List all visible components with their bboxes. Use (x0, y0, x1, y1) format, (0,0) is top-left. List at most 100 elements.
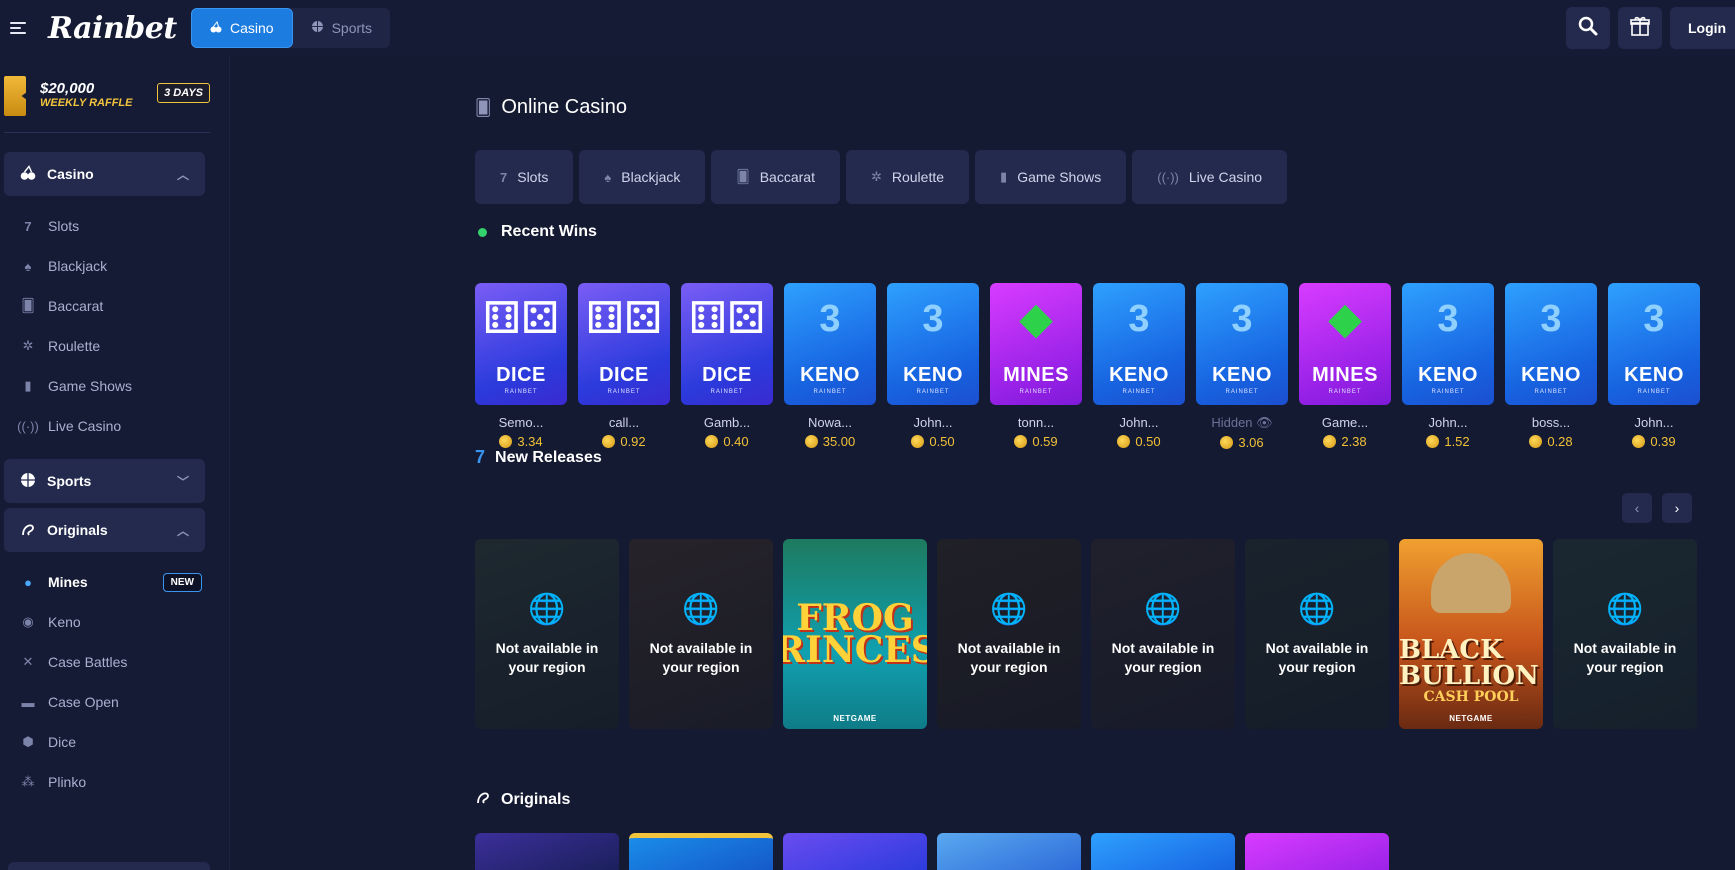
sidebar-section-casino[interactable]: Casino ︿ (4, 152, 205, 196)
seven-icon: 7 (500, 169, 508, 185)
tab-sports[interactable]: Sports (293, 8, 390, 48)
search-button[interactable] (1566, 7, 1610, 49)
game-card-frog-princess[interactable]: FROG PRINCESS NETGAME (783, 539, 927, 729)
sidebar-item-dice[interactable]: ⬢ Dice (20, 730, 210, 754)
recent-win-card[interactable]: 3 KENO RAINBET John... 0.50 (887, 283, 979, 450)
category-blackjack[interactable]: ♠ Blackjack (579, 150, 706, 204)
original-game-card[interactable] (475, 833, 619, 870)
game-thumbnail: 3 KENO RAINBET (1196, 283, 1288, 405)
new-releases-heading: 7 New Releases (475, 447, 602, 468)
recent-win-card[interactable]: 3 KENO RAINBET boss... 0.28 (1505, 283, 1597, 450)
sidebar-item-case-open[interactable]: ▬ Case Open (20, 690, 210, 714)
carousel-next-button[interactable]: › (1662, 493, 1692, 523)
globe-lock-icon: 🌐 (528, 592, 566, 626)
winner-name-text: John... (1634, 415, 1674, 430)
game-name: KENO (1624, 364, 1684, 386)
game-name: KENO (1418, 364, 1478, 386)
winner-name: tonn... (990, 415, 1082, 430)
globe-lock-icon: 🌐 (1298, 592, 1336, 626)
original-game-card[interactable] (937, 833, 1081, 870)
globe-lock-icon: 🌐 (990, 592, 1028, 626)
tab-casino[interactable]: Casino (191, 8, 293, 48)
winner-name-text: boss... (1531, 415, 1571, 430)
coin-icon (911, 435, 925, 448)
category-game-shows[interactable]: ▮ Game Shows (975, 150, 1127, 204)
game-card-black-bullion[interactable]: BLACK BULLION CASH POOL NETGAME (1399, 539, 1543, 729)
game-card[interactable]: 🌐 Not available in your region (629, 539, 773, 729)
sidebar-item-mines[interactable]: ● Mines NEW (20, 570, 210, 594)
new-releases-list: 🌐 Not available in your region 🌐 Not avail… (475, 539, 1697, 729)
recent-win-card[interactable]: ⚅⚄ DICE RAINBET Semo... 3.34 (475, 283, 567, 450)
spade-icon: ♠ (604, 169, 612, 185)
recent-win-card[interactable]: ⚅⚄ DICE RAINBET call... 0.92 (578, 283, 670, 450)
win-amount-text: 0.40 (723, 434, 749, 449)
win-amount-text: 3.06 (1238, 435, 1264, 450)
search-icon (1578, 16, 1598, 41)
sidebar-section-sports[interactable]: Sports ﹀ (4, 459, 205, 503)
cherries-icon (20, 164, 36, 184)
top-tabs: Casino Sports (191, 8, 391, 48)
sidebar-item-baccarat[interactable]: 🂠 Baccarat (20, 294, 210, 318)
winner-name: call... (578, 415, 670, 430)
recent-win-card[interactable]: 3 KENO RAINBET Hidden 👁 3.06 (1196, 283, 1288, 450)
rewards-button[interactable] (1618, 7, 1662, 49)
coin-icon (804, 435, 818, 448)
sidebar-item-roulette[interactable]: ✲ Roulette (20, 334, 210, 358)
menu-icon[interactable] (10, 22, 26, 34)
sidebar-item-keno[interactable]: ◉ Keno (20, 610, 210, 634)
winner-name: John... (1402, 415, 1494, 430)
sidebar-item-game-shows[interactable]: ▮ Game Shows (20, 374, 210, 398)
sidebar-item-live-casino[interactable]: ((·)) Live Casino (17, 414, 210, 438)
region-lock-text: Not available in your region (1265, 639, 1369, 675)
login-button[interactable]: Login (1670, 7, 1735, 49)
game-subtitle-art: CASH POOL (1423, 689, 1519, 705)
game-card[interactable]: 🌐 Not available in your region (1091, 539, 1235, 729)
sidebar-item-case-battles[interactable]: ✕ Case Battles (20, 650, 210, 674)
game-thumbnail: 3 KENO RAINBET (1608, 283, 1700, 405)
game-card[interactable]: 🌐 Not available in your region (937, 539, 1081, 729)
game-name: KENO (1521, 364, 1581, 386)
cherries-icon (210, 20, 222, 36)
category-live-casino[interactable]: ((·)) Live Casino (1132, 150, 1288, 204)
top-actions: Login (1566, 7, 1735, 49)
recent-win-card[interactable]: 3 KENO RAINBET John... 1.52 (1402, 283, 1494, 450)
plinko-icon: ⁂ (21, 774, 35, 789)
original-game-card[interactable] (1091, 833, 1235, 870)
seven-icon: 7 (475, 447, 486, 467)
carousel-prev-button[interactable]: ‹ (1622, 493, 1652, 523)
category-roulette[interactable]: ✲ Roulette (845, 150, 970, 204)
original-game-card[interactable] (1245, 833, 1389, 870)
dice-art-icon: ⚅⚄ (688, 294, 766, 343)
sidebar-item-plinko[interactable]: ⁂ Plinko (20, 770, 210, 794)
recent-win-card[interactable]: ◆ MINES RAINBET tonn... 0.59 (990, 283, 1082, 450)
coin-icon (1323, 435, 1337, 448)
original-game-card[interactable] (783, 833, 927, 870)
logo[interactable]: Rainbet (48, 11, 177, 46)
sidebar-section-originals[interactable]: Originals ︿ (4, 508, 205, 552)
recent-win-card[interactable]: 3 KENO RAINBET Nowa... 35.00 (784, 283, 876, 450)
weekly-raffle-banner[interactable]: $20,000 WEEKLY RAFFLE 3 DAYS (4, 74, 210, 118)
category-baccarat[interactable]: 🂠 Baccarat (711, 150, 840, 204)
win-amount: 0.40 (681, 434, 773, 449)
win-amount-text: 35.00 (822, 434, 856, 449)
game-card[interactable]: 🌐 Not available in your region (1553, 539, 1697, 729)
originals-icon (20, 521, 36, 540)
sidebar-item-label: Mines (48, 574, 88, 590)
recent-win-card[interactable]: 3 KENO RAINBET John... 0.50 (1093, 283, 1185, 450)
category-slots[interactable]: 7 Slots (475, 150, 574, 204)
sidebar-item-label: Game Shows (48, 378, 133, 394)
coin-icon (1117, 435, 1131, 448)
sidebar-item-blackjack[interactable]: ♠ Blackjack (20, 254, 210, 278)
game-card[interactable]: 🌐 Not available in your region (475, 539, 619, 729)
coin-icon (602, 435, 616, 448)
game-card[interactable]: 🌐 Not available in your region (1245, 539, 1389, 729)
recent-win-card[interactable]: ◆ MINES RAINBET Game... 2.38 (1299, 283, 1391, 450)
win-amount: 2.38 (1299, 434, 1391, 449)
recent-win-card[interactable]: 3 KENO RAINBET John... 0.39 (1608, 283, 1700, 450)
recent-win-card[interactable]: ⚅⚄ DICE RAINBET Gamb... 0.40 (681, 283, 773, 450)
divider (4, 132, 210, 133)
sidebar-item-label: Dice (48, 734, 77, 750)
sidebar-item-slots[interactable]: 7 Slots (20, 214, 210, 238)
winner-name: Hidden 👁 (1196, 415, 1288, 431)
original-game-card[interactable] (629, 833, 773, 870)
